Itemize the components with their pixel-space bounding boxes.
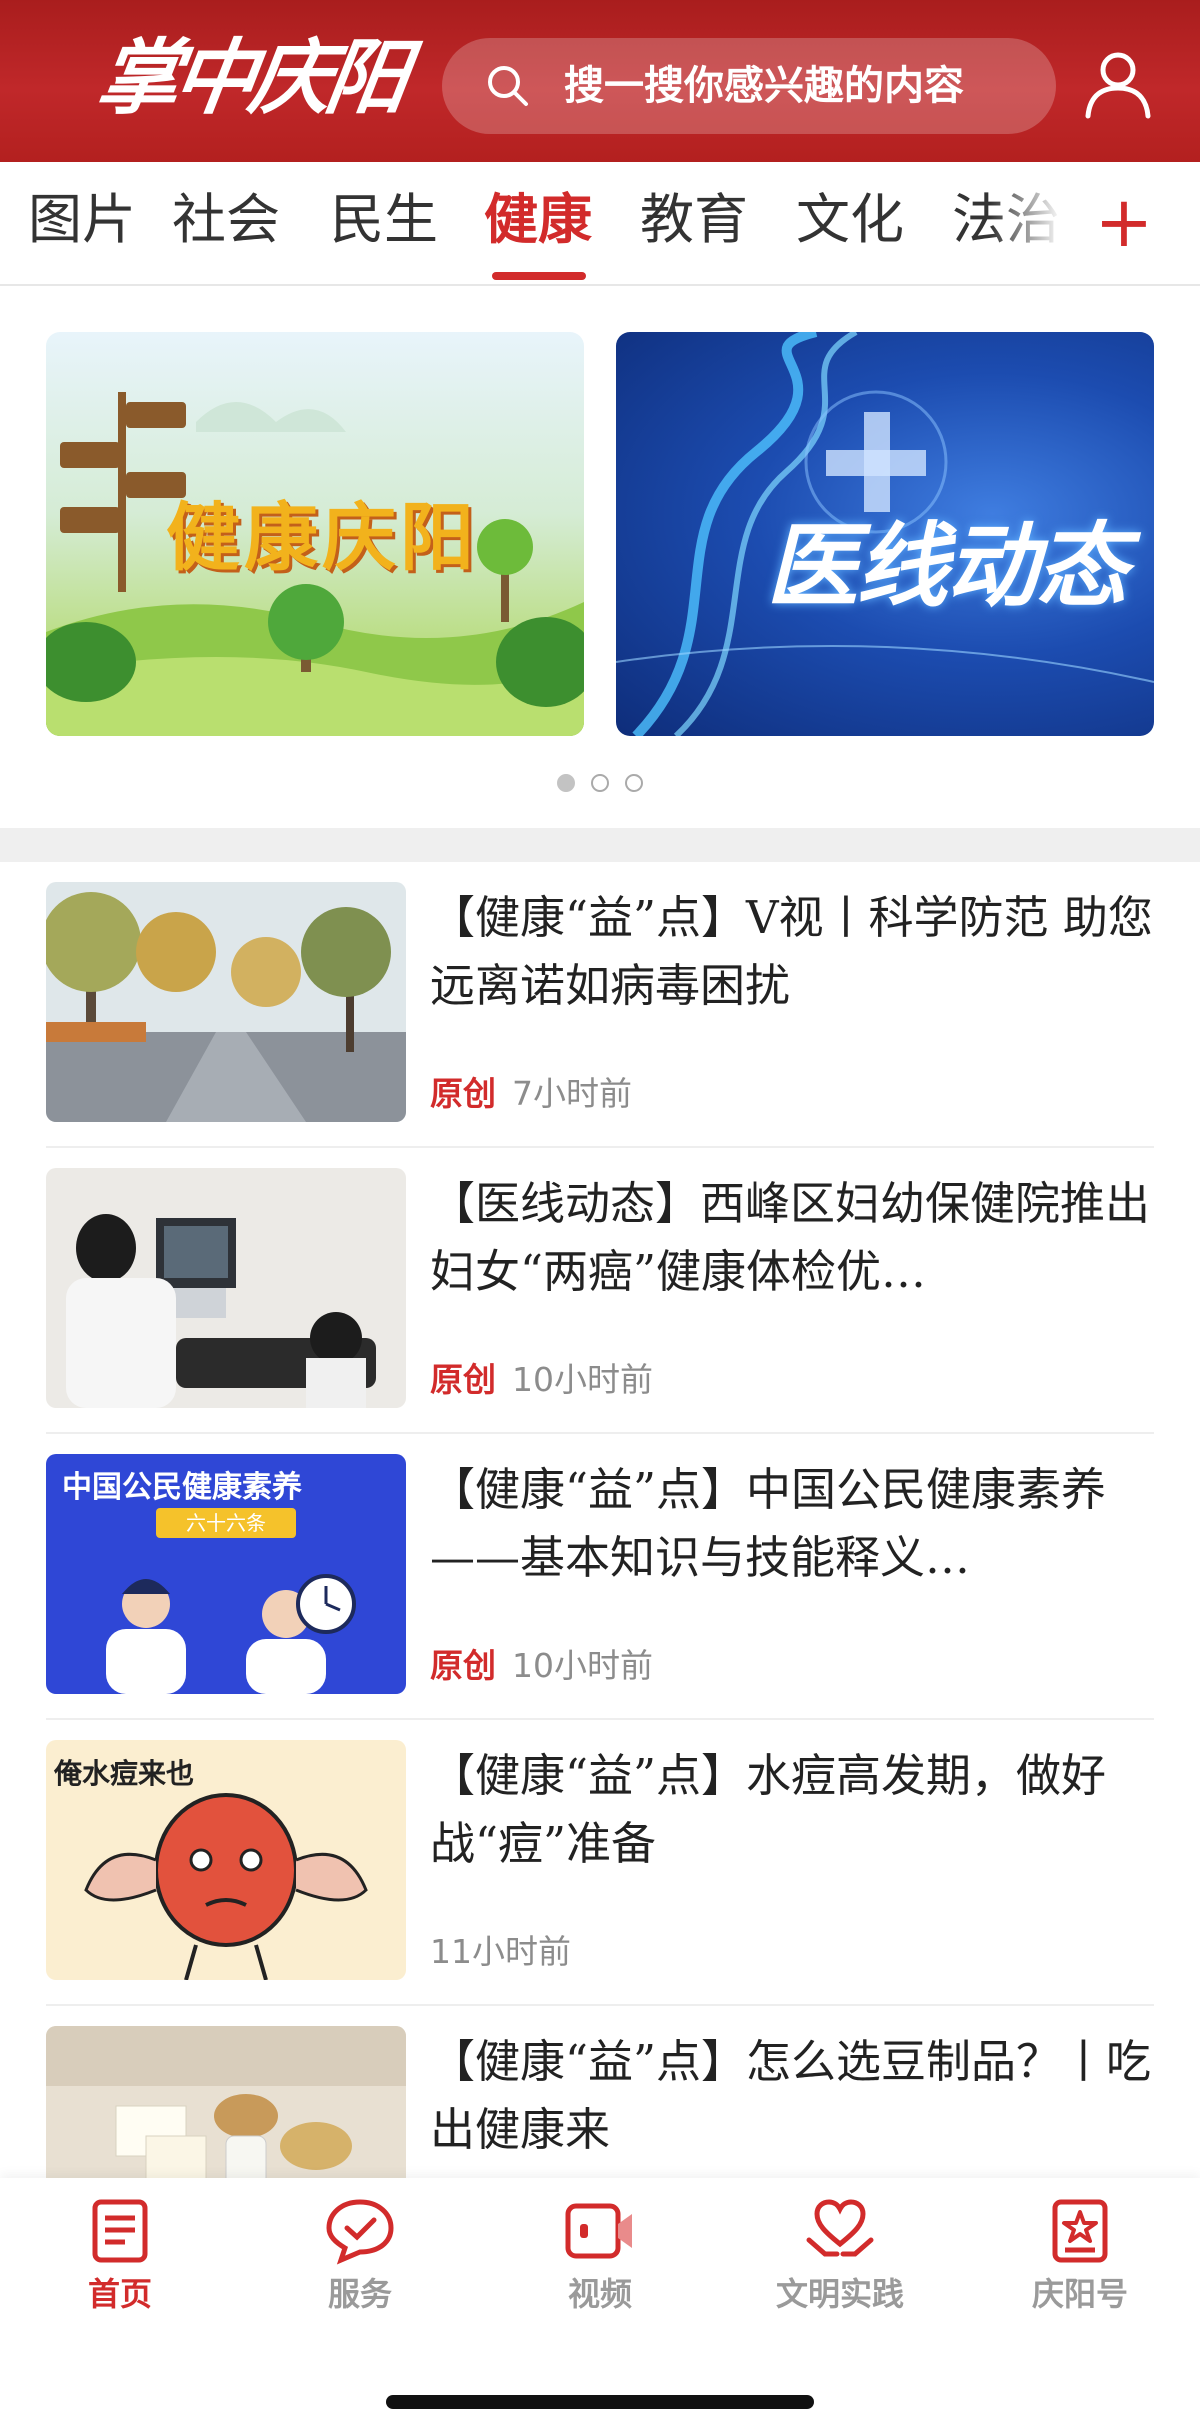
- news-thumbnail: 俺水痘来也: [46, 1740, 406, 1980]
- news-title: 【健康“益”点】中国公民健康素养——基本知识与技能释义…: [430, 1463, 1107, 1584]
- banner-title-medical-news: 医线动态: [766, 513, 1128, 620]
- news-meta: 原创 7小时前: [430, 1074, 632, 1114]
- carousel-dot-1[interactable]: [557, 774, 575, 792]
- news-time: 10小时前: [512, 1646, 653, 1685]
- user-icon[interactable]: [1082, 48, 1154, 120]
- banner-title-health-qingyang: 健康庆阳: [166, 495, 478, 581]
- news-meta: 原创 10小时前: [430, 1646, 653, 1686]
- news-item[interactable]: 【医线动态】西峰区妇幼保健院推出妇女“两癌”健康体检优… 原创 10小时前: [46, 1148, 1154, 1434]
- news-meta: 11小时前: [430, 1932, 571, 1972]
- thumbnail-caption: 俺水痘来也: [54, 1757, 195, 1790]
- search-bar[interactable]: 搜一搜你感兴趣的内容: [442, 38, 1056, 134]
- tab-culture[interactable]: 文化: [796, 188, 904, 252]
- news-title: 【健康“益”点】怎么选豆制品？丨吃出健康来: [430, 2035, 1152, 2156]
- banner-card-medical-news[interactable]: 医线动态: [616, 332, 1154, 736]
- news-time: 11小时前: [430, 1932, 571, 1971]
- tab-health[interactable]: 健康: [484, 188, 592, 252]
- nav-qingyang-account-label: 庆阳号: [1031, 2275, 1128, 2313]
- carousel-dot-3[interactable]: [625, 774, 643, 792]
- nav-civilization-label: 文明实践: [775, 2275, 904, 2313]
- heart-hands-icon: [806, 2199, 874, 2257]
- category-tabs: 图片 社会 民生 健康 教育 文化 法治 +: [0, 162, 1200, 286]
- news-item[interactable]: 俺水痘来也 【健康“益”点】水痘高发期，做好战“痘”准备 11小时前: [46, 1720, 1154, 2006]
- banner-carousel: 健康庆阳 医线动态: [0, 288, 1200, 828]
- news-title: 【医线动态】西峰区妇幼保健院推出妇女“两癌”健康体检优…: [430, 1177, 1151, 1298]
- news-time: 7小时前: [512, 1074, 632, 1113]
- search-icon: [488, 66, 528, 106]
- app-header: 掌中庆阳 搜一搜你感兴趣的内容: [0, 0, 1200, 162]
- tab-pictures[interactable]: 图片: [28, 188, 136, 252]
- star-badge-icon: [1052, 2199, 1108, 2263]
- news-thumbnail: [46, 882, 406, 1122]
- chat-check-icon: [326, 2199, 394, 2265]
- search-placeholder: 搜一搜你感兴趣的内容: [564, 63, 964, 109]
- news-thumbnail: [46, 1168, 406, 1408]
- home-doc-icon: [92, 2199, 148, 2263]
- news-item[interactable]: 【健康“益”点】V视丨科学防范 助您远离诺如病毒困扰 原创 7小时前: [46, 862, 1154, 1148]
- bottom-nav: 首页 服务 视频 文明实践 庆阳号: [0, 2178, 1200, 2433]
- news-title: 【健康“益”点】V视丨科学防范 助您远离诺如病毒困扰: [430, 891, 1153, 1012]
- nav-services-label: 服务: [327, 2275, 392, 2313]
- tab-society[interactable]: 社会: [172, 188, 280, 252]
- news-meta: 原创 10小时前: [430, 1360, 653, 1400]
- app-logo[interactable]: 掌中庆阳: [90, 18, 408, 138]
- original-badge: 原创: [430, 1646, 496, 1685]
- news-thumbnail: [46, 2026, 406, 2178]
- nav-video[interactable]: 视频: [500, 2196, 700, 2326]
- news-list: 【健康“益”点】V视丨科学防范 助您远离诺如病毒困扰 原创 7小时前 【医线动态】…: [0, 862, 1200, 2178]
- banner-card-health-qingyang[interactable]: 健康庆阳: [46, 332, 584, 736]
- nav-services[interactable]: 服务: [260, 2196, 460, 2326]
- tabs-fade: [990, 162, 1080, 282]
- nav-home[interactable]: 首页: [20, 2196, 220, 2326]
- nav-video-label: 视频: [567, 2275, 632, 2313]
- section-divider: [0, 828, 1200, 862]
- video-icon: [565, 2203, 632, 2259]
- nav-qingyang-account[interactable]: 庆阳号: [980, 2196, 1180, 2326]
- active-tab-indicator: [492, 272, 586, 280]
- carousel-dot-2[interactable]: [591, 774, 609, 792]
- original-badge: 原创: [430, 1360, 496, 1399]
- tab-livelihood[interactable]: 民生: [330, 188, 438, 252]
- news-item[interactable]: 【健康“益”点】怎么选豆制品？丨吃出健康来: [46, 2006, 1154, 2178]
- add-channel-button[interactable]: +: [1094, 182, 1154, 262]
- tab-education[interactable]: 教育: [640, 188, 748, 252]
- nav-civilization[interactable]: 文明实践: [740, 2196, 940, 2326]
- news-title: 【健康“益”点】水痘高发期，做好战“痘”准备: [430, 1749, 1107, 1870]
- nav-home-label: 首页: [87, 2275, 152, 2313]
- news-time: 10小时前: [512, 1360, 653, 1399]
- carousel-dots: [557, 772, 647, 794]
- home-indicator: [386, 2395, 814, 2409]
- news-item[interactable]: 中国公民健康素养 六十六条 【健康“益”点】中国公民健康素养——基本知识与技能释…: [46, 1434, 1154, 1720]
- news-thumbnail: 中国公民健康素养 六十六条: [46, 1454, 406, 1694]
- original-badge: 原创: [430, 1074, 496, 1113]
